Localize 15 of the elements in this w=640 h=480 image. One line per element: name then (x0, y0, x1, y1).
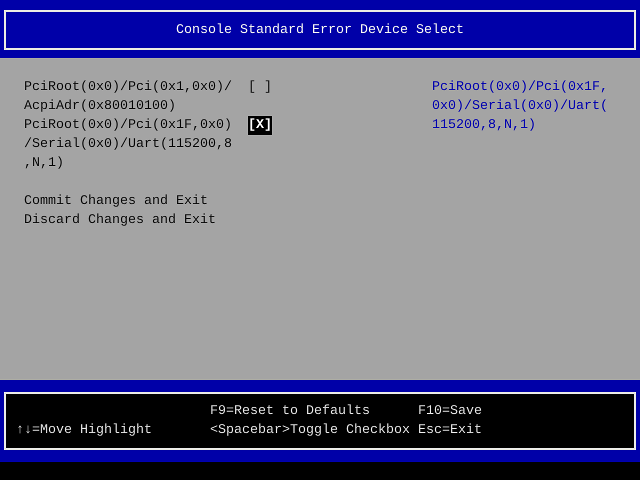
key-hint: F9=Reset to Defaults (210, 403, 370, 421)
window-title: Console Standard Error Device Select (176, 22, 464, 40)
checkbox[interactable]: [ ] (248, 78, 272, 97)
device-option-label: PciRoot(0x0)/Pci(0x1,0x0)/ AcpiAdr(0x80010100) (24, 79, 233, 116)
key-hint: Esc=Exit (418, 422, 482, 440)
key-hint: <Spacebar>Toggle Checkbox (210, 422, 410, 440)
device-option[interactable]: PciRoot(0x0)/Pci(0x1F,0x0) /Serial(0x0)/Uart(115200,8 ,N,1) [X] (24, 116, 272, 173)
device-option-label: PciRoot(0x0)/Pci(0x1F,0x0) /Serial(0x0)/Uart(115200,8 ,N,1) (24, 117, 233, 173)
key-hint: ↑↓=Move Highlight (16, 422, 152, 440)
device-option[interactable]: PciRoot(0x0)/Pci(0x1,0x0)/ AcpiAdr(0x80010100) [ ] (24, 78, 272, 116)
action-item[interactable]: Commit Changes and Exit (24, 192, 208, 211)
help-text: PciRoot(0x0)/Pci(0x1F, 0x0)/Serial(0x0)/Uart( 115200,8,N,1) (432, 79, 608, 135)
action-item[interactable]: Discard Changes and Exit (24, 211, 216, 230)
checkbox[interactable]: [X] (248, 116, 272, 135)
key-hint: F10=Save (418, 403, 482, 421)
